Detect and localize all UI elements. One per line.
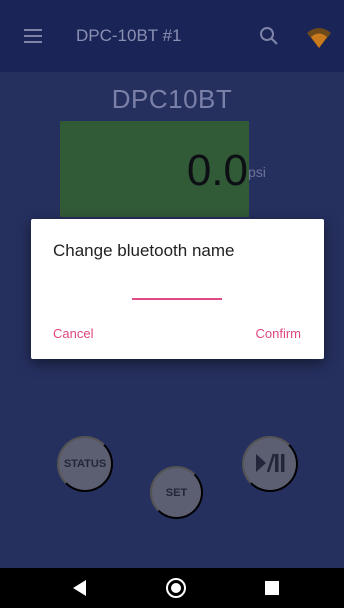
play-pause-button[interactable] — [242, 436, 298, 492]
back-icon[interactable] — [73, 580, 87, 601]
cancel-button[interactable]: Cancel — [53, 326, 93, 341]
pressure-unit: psi — [248, 164, 266, 180]
system-nav-bar — [0, 568, 344, 608]
wifi-icon[interactable] — [306, 24, 332, 50]
status-button[interactable]: STATUS — [57, 436, 113, 492]
confirm-button[interactable]: Confirm — [255, 326, 301, 341]
menu-icon[interactable] — [24, 29, 42, 43]
app-title: DPC-10BT #1 — [76, 26, 182, 45]
recents-icon[interactable] — [265, 581, 279, 595]
app-bar: DPC-10BT #1 — [0, 0, 344, 72]
rename-dialog: Change bluetooth name Cancel Confirm — [31, 219, 324, 359]
bluetooth-name-input[interactable] — [132, 284, 222, 300]
play-pause-icon — [254, 452, 286, 477]
device-name: DPC10BT — [111, 84, 233, 114]
pressure-reading: 0.0 — [186, 146, 248, 195]
home-icon[interactable] — [166, 578, 186, 598]
search-icon[interactable] — [259, 26, 279, 46]
dialog-title: Change bluetooth name — [53, 241, 235, 260]
set-button[interactable]: SET — [150, 466, 203, 519]
